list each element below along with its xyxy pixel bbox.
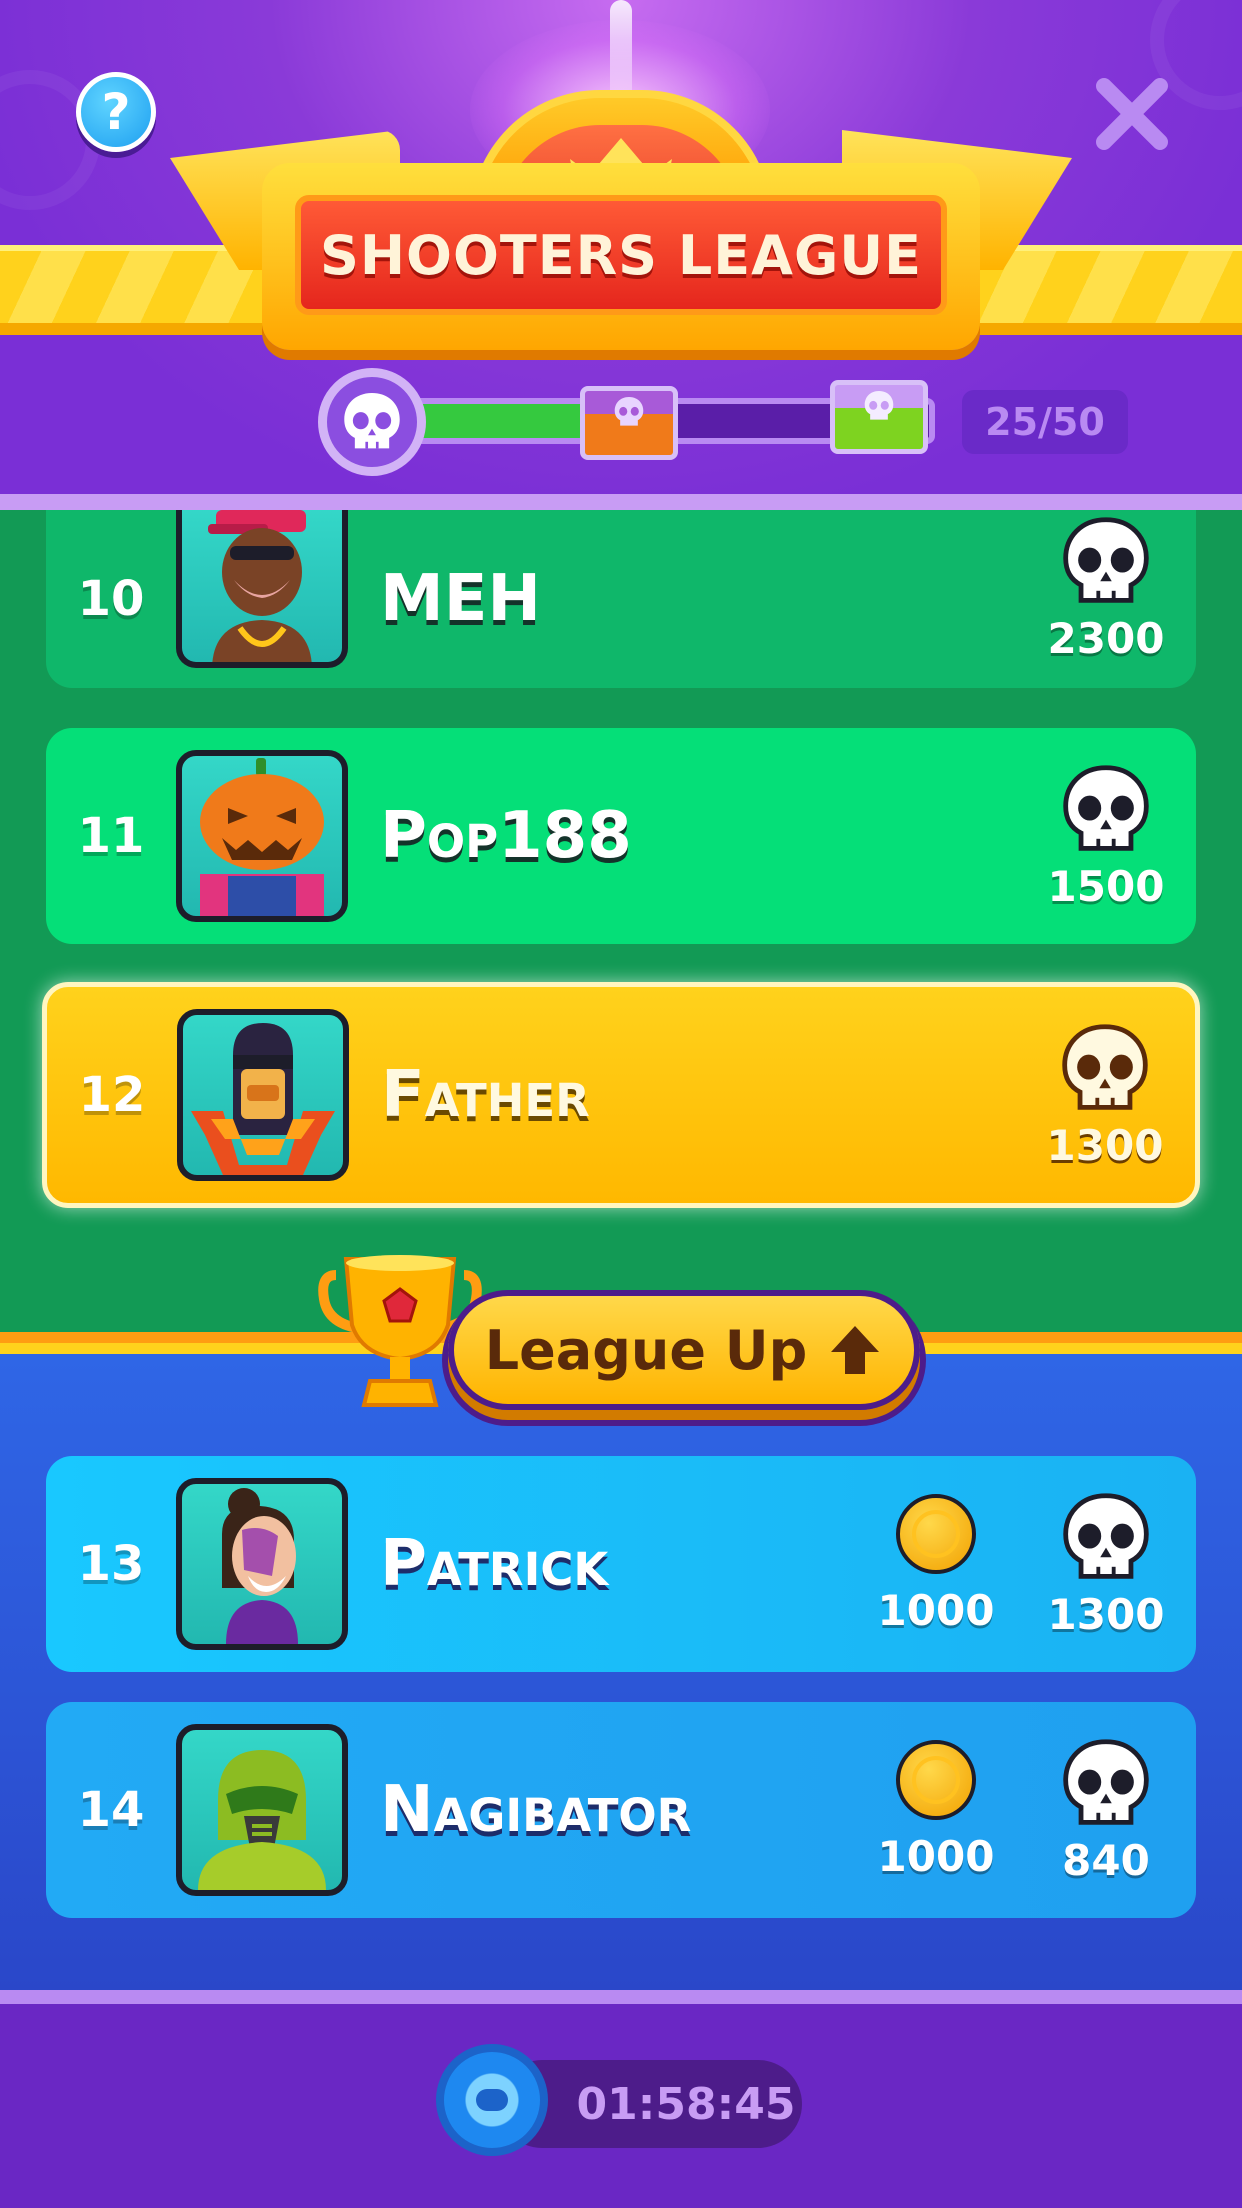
skull-score: 840	[1026, 1736, 1186, 1885]
skull-icon	[1062, 1023, 1148, 1110]
skull-count: 1500	[1047, 861, 1165, 911]
coin-count: 1000	[877, 1585, 995, 1635]
reward-chest-orange[interactable]	[580, 386, 678, 460]
leaderboard-row[interactable]: 10 MEH 2300	[46, 510, 1196, 688]
player-name: Patrick	[380, 1527, 609, 1601]
league-banner-plate: SHOOTERS LEAGUE	[295, 195, 947, 315]
leaderboard-row[interactable]: 11 Pop188 1500	[46, 728, 1196, 944]
progress-count: 25/50	[962, 390, 1128, 454]
player-name: Father	[381, 1058, 590, 1132]
skull-icon	[344, 392, 400, 449]
leaderboard-row-current-player[interactable]: 12 Father 1300	[42, 982, 1200, 1208]
skull-icon	[1063, 516, 1149, 603]
skull-count: 840	[1062, 1835, 1150, 1885]
league-up-label: League Up	[484, 1318, 808, 1382]
skull-icon	[614, 397, 644, 426]
progress-skull-badge	[318, 368, 426, 476]
rank-number: 11	[77, 808, 145, 864]
player-avatar	[176, 510, 348, 668]
help-button[interactable]: ?	[76, 72, 156, 152]
player-name: MEH	[380, 562, 541, 636]
coin-icon	[896, 1493, 976, 1574]
coin-count: 1000	[877, 1831, 995, 1881]
purple-hair-character-icon	[222, 1488, 298, 1644]
player-name: Pop188	[380, 799, 632, 873]
question-icon: ?	[101, 83, 131, 141]
footer-divider	[0, 1990, 1242, 2004]
leaderboard-row[interactable]: 14 Nagibator 1000 840	[46, 1702, 1196, 1918]
rank-number: 14	[77, 1782, 145, 1838]
arrow-up-icon	[831, 1326, 880, 1374]
skull-score: 2300	[1026, 514, 1186, 663]
reward-chest-green[interactable]	[830, 380, 928, 454]
player-name: Nagibator	[380, 1773, 692, 1847]
timer-value: 01:58:45	[576, 2078, 796, 2130]
skull-count: 2300	[1047, 613, 1165, 663]
skull-count: 1300	[1046, 1120, 1164, 1170]
skull-icon	[1063, 764, 1149, 851]
skull-score: 1300	[1025, 1021, 1185, 1170]
skull-score: 1500	[1026, 762, 1186, 911]
coin-icon	[896, 1739, 976, 1820]
player-avatar	[176, 750, 348, 922]
skull-icon	[864, 391, 894, 420]
league-title: SHOOTERS LEAGUE	[319, 223, 923, 287]
skull-icon	[1063, 1738, 1149, 1825]
coin-score: 1000	[856, 1739, 1016, 1881]
coin-score: 1000	[856, 1493, 1016, 1635]
close-icon	[1096, 78, 1168, 150]
gas-mask-character-icon	[198, 1750, 326, 1890]
player-avatar	[177, 1009, 349, 1181]
stopwatch-icon	[436, 2044, 548, 2156]
pumpkin-head-character-icon	[200, 758, 324, 916]
skull-score: 1300	[1026, 1490, 1186, 1639]
leaderboard-row[interactable]: 13 Patrick 1000 1300	[46, 1456, 1196, 1672]
header-divider	[0, 494, 1242, 510]
dreadlocks-cap-character-icon	[208, 510, 312, 662]
rank-number: 10	[77, 571, 145, 627]
skull-icon	[1063, 1492, 1149, 1579]
player-avatar	[176, 1478, 348, 1650]
rank-number: 13	[77, 1536, 145, 1592]
masked-flame-character-icon	[191, 1023, 335, 1175]
close-button[interactable]	[1090, 72, 1174, 156]
stay-zone: 13 Patrick 1000 1300 14 Nagibator 1000 8…	[0, 1354, 1242, 1990]
league-up-zone: 10 MEH 2300 11 Pop188 1500 12 Father 130…	[0, 510, 1242, 1342]
player-avatar	[176, 1724, 348, 1896]
rank-number: 12	[78, 1067, 146, 1123]
skull-count: 1300	[1047, 1589, 1165, 1639]
league-up-button[interactable]: League Up	[448, 1290, 920, 1410]
